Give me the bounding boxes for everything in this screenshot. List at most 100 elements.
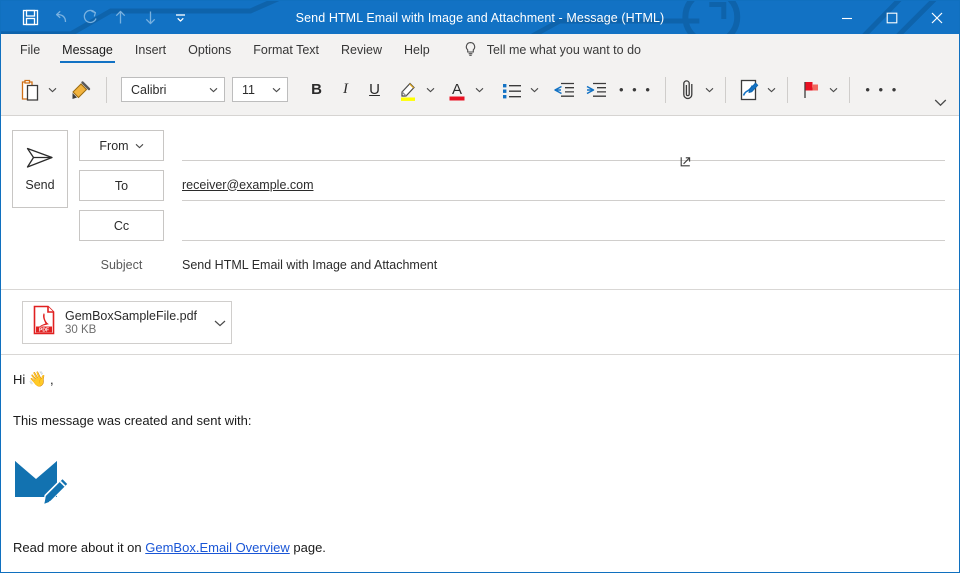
paste-dropdown-icon[interactable]	[45, 87, 60, 93]
subject-label: Subject	[79, 258, 164, 272]
cc-row: Cc	[79, 210, 945, 250]
from-field[interactable]	[182, 130, 945, 161]
attachment-name: GemBoxSampleFile.pdf	[65, 309, 206, 323]
bullets-button[interactable]	[497, 73, 527, 107]
send-button[interactable]: Send	[12, 130, 68, 208]
cc-button[interactable]: Cc	[79, 210, 164, 241]
follow-up-dropdown-icon[interactable]	[826, 87, 841, 93]
send-column: Send	[1, 130, 79, 280]
send-button-label: Send	[25, 178, 54, 192]
divider	[665, 77, 666, 103]
to-row: To receiver@example.com	[79, 170, 945, 210]
attachment-size: 30 KB	[65, 324, 206, 336]
attach-file-dropdown-icon[interactable]	[702, 87, 717, 93]
tell-me-search[interactable]: Tell me what you want to do	[463, 36, 641, 64]
signature-dropdown-icon[interactable]	[764, 87, 779, 93]
divider	[787, 77, 788, 103]
font-name-combobox[interactable]: Calibri	[121, 77, 225, 102]
undo-icon[interactable]	[45, 5, 75, 31]
greeting-text: Hi	[13, 372, 25, 388]
next-item-icon[interactable]	[135, 5, 165, 31]
follow-up-flag-button[interactable]	[796, 73, 826, 107]
basic-text-dialog-launcher[interactable]	[680, 154, 691, 172]
italic-button[interactable]: I	[331, 75, 360, 105]
attach-file-button[interactable]	[674, 73, 702, 107]
attachment-meta: GemBoxSampleFile.pdf 30 KB	[65, 309, 206, 336]
tab-insert[interactable]: Insert	[124, 36, 177, 64]
redo-icon[interactable]	[75, 5, 105, 31]
tab-file[interactable]: File	[9, 36, 51, 64]
more-commands-button[interactable]: • • •	[858, 82, 905, 97]
text-format-group: B I U A	[302, 73, 487, 107]
subject-row: Subject Send HTML Email with Image and A…	[79, 250, 945, 280]
text-highlight-color-button[interactable]	[393, 73, 423, 107]
bold-button[interactable]: B	[302, 75, 331, 105]
decrease-indent-button[interactable]	[548, 73, 580, 107]
from-button[interactable]: From	[79, 130, 164, 161]
tab-review[interactable]: Review	[330, 36, 393, 64]
from-row: From	[79, 130, 945, 170]
send-paper-plane-icon	[25, 146, 55, 170]
subject-field[interactable]: Send HTML Email with Image and Attachmen…	[182, 258, 945, 272]
font-color-dropdown-icon[interactable]	[472, 87, 487, 93]
basic-text-more-button[interactable]: • • •	[612, 82, 659, 97]
body-footer-line: Read more about it on GemBox.Email Overv…	[13, 540, 959, 556]
include-group	[674, 73, 717, 107]
chevron-down-icon	[209, 87, 218, 93]
footer-prefix: Read more about it on	[13, 540, 142, 555]
gembox-email-logo	[13, 453, 959, 516]
tell-me-label: Tell me what you want to do	[487, 43, 641, 57]
underline-button[interactable]: U	[360, 75, 389, 105]
ribbon-toolbar: Calibri 11 B I U	[1, 64, 959, 116]
chevron-down-icon	[135, 143, 144, 149]
font-group: Calibri 11	[115, 77, 288, 102]
to-button[interactable]: To	[79, 170, 164, 201]
svg-text:PDF: PDF	[39, 327, 49, 333]
paste-button[interactable]	[15, 73, 45, 107]
font-size-combobox[interactable]: 11	[232, 77, 288, 102]
divider	[849, 77, 850, 103]
compose-header: Send From To receiver@example.com	[1, 116, 959, 290]
footer-suffix: page.	[293, 540, 326, 555]
to-field[interactable]: receiver@example.com	[182, 170, 945, 201]
save-icon[interactable]	[15, 5, 45, 31]
format-painter-button[interactable]	[66, 73, 98, 107]
cc-field[interactable]	[182, 210, 945, 241]
font-size-value: 11	[242, 83, 255, 97]
outlook-compose-window: Send HTML Email with Image and Attachmen…	[0, 0, 960, 573]
recipient-fields: From To receiver@example.com Cc	[79, 130, 959, 280]
font-color-button[interactable]: A	[442, 73, 472, 107]
previous-item-icon[interactable]	[105, 5, 135, 31]
to-button-label: To	[115, 179, 128, 193]
bullets-dropdown-icon[interactable]	[527, 87, 542, 93]
attachment-item[interactable]: PDF GemBoxSampleFile.pdf 30 KB	[22, 301, 232, 344]
tab-message[interactable]: Message	[51, 36, 124, 64]
quick-access-toolbar	[1, 5, 195, 31]
maximize-button[interactable]	[869, 1, 914, 34]
tab-format-text[interactable]: Format Text	[242, 36, 330, 64]
pdf-file-icon: PDF	[31, 305, 57, 340]
message-body[interactable]: Hi 👋, This message was created and sent …	[1, 355, 959, 572]
tab-help[interactable]: Help	[393, 36, 441, 64]
signature-button[interactable]	[734, 73, 764, 107]
close-button[interactable]	[914, 1, 959, 34]
customize-quick-access-icon[interactable]	[165, 5, 195, 31]
signature-group	[734, 73, 779, 107]
divider	[106, 77, 107, 103]
title-bar: Send HTML Email with Image and Attachmen…	[1, 1, 959, 34]
cc-button-label: Cc	[114, 219, 129, 233]
attachment-menu-icon[interactable]	[214, 314, 226, 332]
waving-hand-emoji: 👋	[28, 372, 47, 387]
tab-options[interactable]: Options	[177, 36, 242, 64]
gembox-email-overview-link[interactable]: GemBox.Email Overview	[145, 540, 289, 555]
increase-indent-button[interactable]	[580, 73, 612, 107]
minimize-button[interactable]	[824, 1, 869, 34]
tags-group	[796, 73, 841, 107]
highlight-dropdown-icon[interactable]	[423, 87, 438, 93]
attachment-bar: PDF GemBoxSampleFile.pdf 30 KB	[1, 290, 959, 355]
divider	[725, 77, 726, 103]
to-recipient[interactable]: receiver@example.com	[182, 178, 313, 192]
collapse-ribbon-button[interactable]	[934, 94, 947, 112]
lightbulb-icon	[463, 41, 478, 60]
ribbon-tab-strip: File Message Insert Options Format Text …	[1, 34, 959, 64]
